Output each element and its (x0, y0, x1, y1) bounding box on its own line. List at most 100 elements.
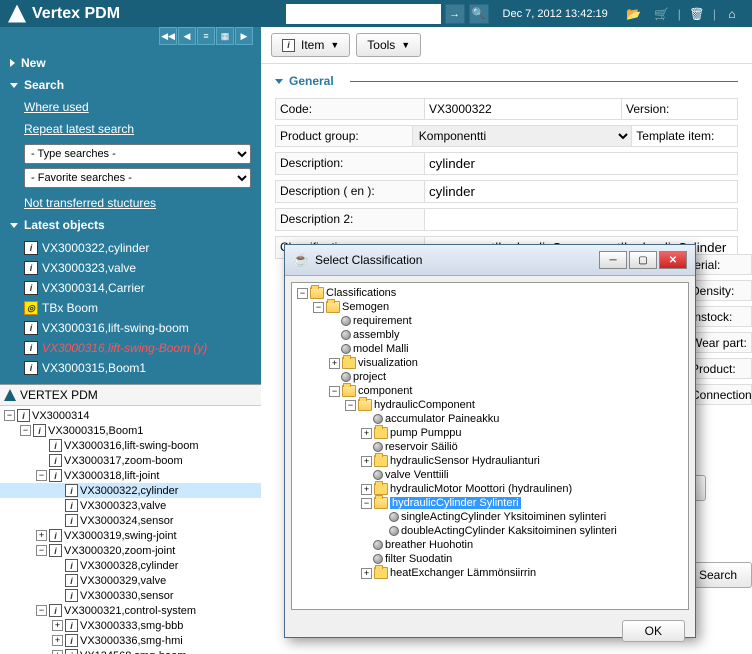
nav-grid-button[interactable]: ▦ (216, 27, 234, 45)
type-searches-select[interactable]: - Type searches - (24, 144, 251, 164)
tree-node[interactable]: iVX3000323,valve (0, 498, 261, 513)
class-node[interactable]: reservoir Säiliö (295, 440, 685, 454)
tree-node[interactable]: iVX3000328,cylinder (0, 558, 261, 573)
class-node[interactable]: −Classifications (295, 286, 685, 300)
tree-node[interactable]: −iVX3000320,zoom-joint (0, 543, 261, 558)
favorite-searches-select[interactable]: - Favorite searches - (24, 168, 251, 188)
latest-item[interactable]: ◎TBx Boom (0, 298, 261, 318)
class-node[interactable]: doubleActingCylinder Kaksitoiminen sylin… (295, 524, 685, 538)
trash-icon[interactable]: 🗑 (688, 5, 706, 23)
ok-button[interactable]: OK (622, 620, 685, 642)
leaf-icon (341, 372, 351, 382)
sidebar-new[interactable]: New (0, 52, 261, 74)
label-material: terial: (687, 254, 752, 275)
label-wear-part: Wear part: (687, 332, 752, 353)
nav-prev-button[interactable]: ◀ (178, 27, 196, 45)
home-icon[interactable]: ⌂ (723, 5, 741, 23)
latest-item[interactable]: iVX3000322,cylinder (0, 238, 261, 258)
tree-node[interactable]: iVX3000316,lift-swing-boom (0, 438, 261, 453)
latest-item[interactable]: iVX3000323,valve (0, 258, 261, 278)
tree-node[interactable]: iVX3000324,sensor (0, 513, 261, 528)
section-general[interactable]: General (275, 74, 738, 88)
latest-item[interactable]: iVX3000314,Carrier (0, 278, 261, 298)
item-menu-button[interactable]: iItem▼ (271, 33, 350, 57)
classification-dialog: Select Classification ─ ▢ ✕ −Classificat… (284, 244, 696, 638)
tree-node[interactable]: +iVX3000333,smg-bbb (0, 618, 261, 633)
leaf-icon (373, 414, 383, 424)
app-title: Vertex PDM (32, 5, 120, 23)
class-node[interactable]: +pump Pumppu (295, 426, 685, 440)
search-go-button[interactable]: → (445, 4, 465, 24)
folder-icon (374, 455, 388, 467)
class-node[interactable]: model Malli (295, 342, 685, 356)
tree-node[interactable]: −iVX3000321,control-system (0, 603, 261, 618)
cart-icon[interactable]: 🛒 (653, 5, 671, 23)
leaf-icon (389, 512, 399, 522)
input-description[interactable] (425, 152, 738, 175)
class-node[interactable]: −hydraulicComponent (295, 398, 685, 412)
minimize-button[interactable]: ─ (599, 251, 627, 269)
nav-list-button[interactable]: ≡ (197, 27, 215, 45)
label-template-item: Template item: (631, 125, 738, 147)
label-product: Product: (687, 358, 752, 379)
tree-node[interactable]: −iVX3000314 (0, 408, 261, 423)
class-node[interactable]: valve Venttiili (295, 468, 685, 482)
label-description: Description: (275, 152, 425, 175)
class-node[interactable]: breather Huohotin (295, 538, 685, 552)
close-button[interactable]: ✕ (659, 251, 687, 269)
sidebar-where-used[interactable]: Where used (0, 96, 261, 118)
nav-next-button[interactable]: ▶ (235, 27, 253, 45)
tree-node[interactable]: −iVX3000315,Boom1 (0, 423, 261, 438)
class-node[interactable]: +hydraulicSensor Hydraulianturi (295, 454, 685, 468)
app-header: Vertex PDM → 🔍 Dec 7, 2012 13:42:19 📂 🛒 … (0, 0, 752, 27)
select-product-group[interactable]: Komponentti (413, 125, 632, 147)
class-node[interactable]: requirement (295, 314, 685, 328)
label-code: Code: (275, 98, 425, 120)
sidebar-latest[interactable]: Latest objects (0, 214, 261, 236)
class-node[interactable]: assembly (295, 328, 685, 342)
tree-node[interactable]: iVX3000317,zoom-boom (0, 453, 261, 468)
dialog-titlebar[interactable]: Select Classification ─ ▢ ✕ (285, 245, 695, 276)
class-node[interactable]: filter Suodatin (295, 552, 685, 566)
global-search-input[interactable] (286, 4, 441, 24)
class-node[interactable]: +heatExchanger Lämmönsiirrin (295, 566, 685, 580)
tree-node[interactable]: −iVX3000318,lift-joint (0, 468, 261, 483)
class-node[interactable]: singleActingCylinder Yksitoiminen sylint… (295, 510, 685, 524)
class-node[interactable]: −Semogen (295, 300, 685, 314)
nav-bar: ◀◀ ◀ ≡ ▦ ▶ (0, 27, 261, 48)
tree-root-header[interactable]: VERTEX PDM (0, 385, 261, 406)
folder-icon[interactable]: 📂 (625, 5, 643, 23)
class-node-selected[interactable]: −hydraulicCylinder Sylinteri (295, 496, 685, 510)
latest-item[interactable]: iVX3000315,Boom1 (0, 358, 261, 378)
tree-node[interactable]: +iVX3000336,smg-hmi (0, 633, 261, 648)
class-node[interactable]: project (295, 370, 685, 384)
sidebar-search[interactable]: Search (0, 74, 261, 96)
search-button[interactable]: 🔍 (469, 4, 489, 24)
class-node[interactable]: −component (295, 384, 685, 398)
latest-item[interactable]: iVX3000316,lift-swing-boom (0, 318, 261, 338)
tree-node[interactable]: iVX3000330,sensor (0, 588, 261, 603)
input-description-en[interactable] (425, 180, 738, 203)
class-node[interactable]: +visualization (295, 356, 685, 370)
class-node[interactable]: accumulator Paineakku (295, 412, 685, 426)
folder-icon (342, 357, 356, 369)
nav-first-button[interactable]: ◀◀ (159, 27, 177, 45)
leaf-icon (373, 554, 383, 564)
maximize-button[interactable]: ▢ (629, 251, 657, 269)
leaf-icon (389, 526, 399, 536)
folder-icon (374, 567, 388, 579)
info-icon: i (282, 39, 295, 52)
sidebar-not-transferred[interactable]: Not transferred stuctures (0, 192, 261, 214)
leaf-icon (373, 470, 383, 480)
label-description-en: Description ( en ): (275, 180, 425, 203)
tree-node[interactable]: +iVX3000319,swing-joint (0, 528, 261, 543)
tree-node[interactable]: iVX3000329,valve (0, 573, 261, 588)
input-description2[interactable] (425, 208, 738, 231)
sidebar: ◀◀ ◀ ≡ ▦ ▶ New Search Where used Repeat … (0, 27, 261, 654)
tree-node[interactable]: +iVX134568,smg-boom (0, 648, 261, 654)
latest-item[interactable]: iVX3000316,lift-swing-Boom (y) (0, 338, 261, 358)
class-node[interactable]: +hydraulicMotor Moottori (hydraulinen) (295, 482, 685, 496)
tree-node-selected[interactable]: iVX3000322,cylinder (0, 483, 261, 498)
sidebar-repeat-search[interactable]: Repeat latest search (0, 118, 261, 140)
tools-menu-button[interactable]: Tools▼ (356, 33, 421, 57)
